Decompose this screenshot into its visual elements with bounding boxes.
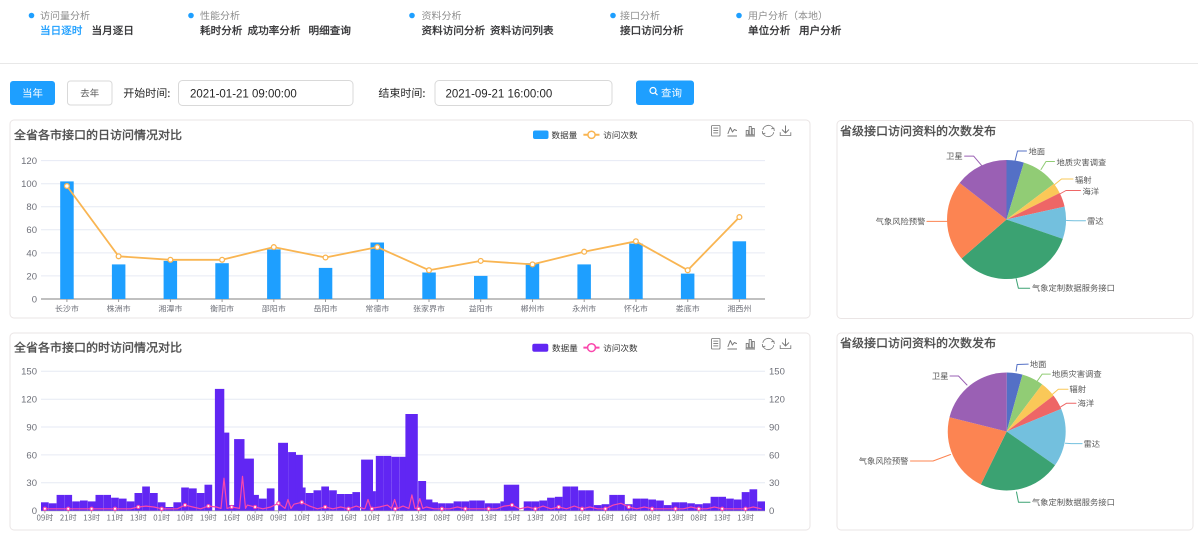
svg-text:90: 90 [769,422,780,433]
svg-text:100: 100 [21,179,37,190]
svg-text:120: 120 [21,395,37,406]
svg-text:2021-09-21 16:00:00: 2021-09-21 16:00:00 [446,88,553,100]
svg-text:60: 60 [26,450,37,461]
svg-text:120: 120 [21,156,37,167]
svg-text:80: 80 [26,202,37,213]
svg-text:30: 30 [769,478,780,489]
svg-text:60: 60 [769,450,780,461]
svg-text:0: 0 [32,506,37,517]
svg-text:20: 20 [26,271,37,282]
svg-text:150: 150 [21,367,37,378]
svg-text:120: 120 [769,395,785,406]
svg-text:150: 150 [769,367,785,378]
svg-text:0: 0 [769,506,774,517]
svg-text:0: 0 [32,294,37,305]
svg-text:60: 60 [26,225,37,236]
svg-text:40: 40 [26,248,37,259]
svg-text:2021-01-21 09:00:00: 2021-01-21 09:00:00 [190,88,297,100]
svg-text:90: 90 [26,422,37,433]
svg-text:30: 30 [26,478,37,489]
